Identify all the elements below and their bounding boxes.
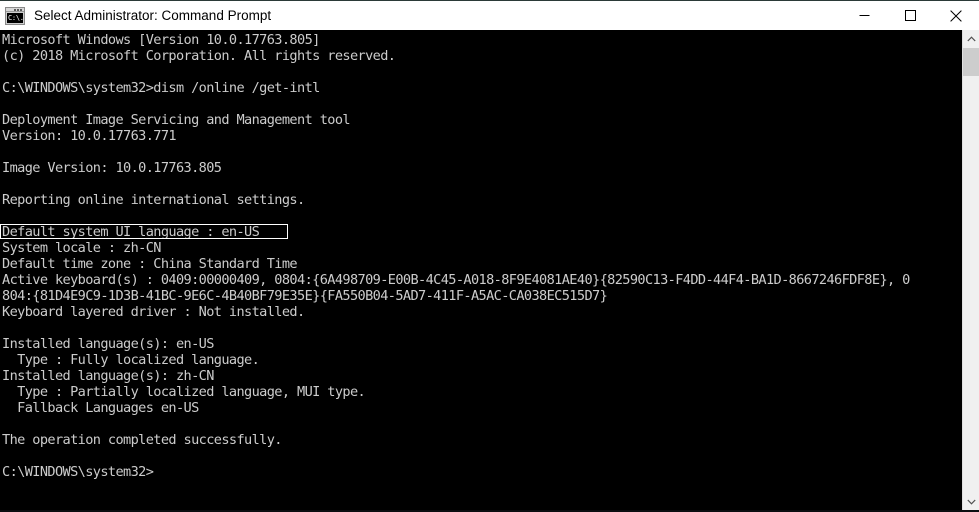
console-line: Installed language(s): en-US <box>2 336 214 352</box>
console-line: Keyboard layered driver : Not installed. <box>2 304 305 320</box>
console-text: Microsoft Windows [Version 10.0.17763.80… <box>2 32 979 480</box>
scrollbar-thumb[interactable] <box>963 48 979 76</box>
vertical-scrollbar[interactable] <box>962 30 979 510</box>
chevron-up-icon <box>966 35 976 41</box>
console-line: The operation completed successfully. <box>2 432 282 448</box>
console-line: Default time zone : China Standard Time <box>2 256 298 272</box>
icon-titlebar-strip <box>6 7 24 12</box>
console-line: Installed language(s): zh-CN <box>2 368 214 384</box>
console-line: Type : Fully localized language. <box>2 352 260 368</box>
command-prompt-window: C:\. Select Administrator: Command Promp… <box>0 0 979 512</box>
minimize-icon <box>859 15 869 16</box>
console-line: Microsoft Windows [Version 10.0.17763.80… <box>2 32 320 48</box>
title-bar-left: C:\. Select Administrator: Command Promp… <box>0 1 841 30</box>
close-icon <box>950 9 962 22</box>
command-prompt-icon: C:\. <box>5 6 25 25</box>
icon-console-screen: C:\. <box>7 12 23 23</box>
title-bar[interactable]: C:\. Select Administrator: Command Promp… <box>0 0 979 31</box>
console-line: C:\WINDOWS\system32>dism /online /get-in… <box>2 80 320 96</box>
console-line: Reporting online international settings. <box>2 192 305 208</box>
console-line: Deployment Image Servicing and Managemen… <box>2 112 351 128</box>
console-line: Fallback Languages en-US <box>2 400 199 416</box>
console-line: (c) 2018 Microsoft Corporation. All righ… <box>2 48 396 64</box>
console-line: C:\WINDOWS\system32> <box>2 464 154 480</box>
console-line: Type : Partially localized language, MUI… <box>2 384 366 400</box>
console-line: 804:{81D4E9C9-1D3B-41BC-9E6C-4B40BF79E35… <box>2 288 608 304</box>
window-controls <box>841 0 979 31</box>
maximize-icon <box>904 10 916 21</box>
console-line: System locale : zh-CN <box>2 240 161 256</box>
console-line: Default system UI language : en-US <box>2 224 260 240</box>
console-line: Version: 10.0.17763.771 <box>2 128 177 144</box>
minimize-button[interactable] <box>841 0 887 31</box>
console-output-area[interactable]: Microsoft Windows [Version 10.0.17763.80… <box>0 30 979 510</box>
console-line: Active keyboard(s) : 0409:00000409, 0804… <box>2 272 910 288</box>
console-line: Image Version: 10.0.17763.805 <box>2 160 222 176</box>
scroll-up-button[interactable] <box>963 30 979 47</box>
window-title: Select Administrator: Command Prompt <box>34 8 272 23</box>
scroll-down-button[interactable] <box>963 493 979 510</box>
close-button[interactable] <box>933 0 979 31</box>
scrollbar-track[interactable] <box>963 47 979 493</box>
maximize-button[interactable] <box>887 0 933 31</box>
chevron-down-icon <box>966 499 976 505</box>
